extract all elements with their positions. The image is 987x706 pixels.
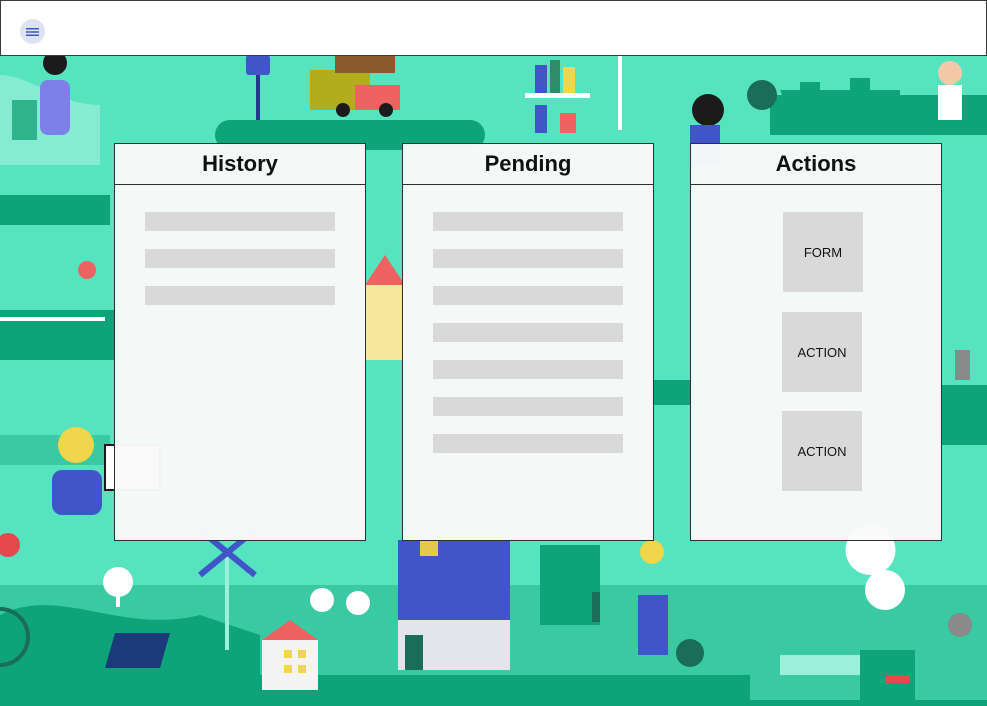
history-list-item[interactable] xyxy=(145,286,335,305)
pending-list-item[interactable] xyxy=(433,323,623,342)
pending-list-item[interactable] xyxy=(433,249,623,268)
actions-panel-title: Actions xyxy=(691,144,941,185)
form-button[interactable]: FORM xyxy=(783,212,863,292)
actions-panel: Actions FORM ACTION ACTION xyxy=(690,143,942,541)
history-list xyxy=(115,185,365,305)
pending-list-item[interactable] xyxy=(433,360,623,379)
history-panel: History xyxy=(114,143,366,541)
pending-panel-title: Pending xyxy=(403,144,653,185)
pending-list xyxy=(403,185,653,453)
top-bar xyxy=(0,0,987,56)
action-button-2[interactable]: ACTION xyxy=(782,411,862,491)
hamburger-menu-icon[interactable] xyxy=(20,19,45,44)
pending-panel: Pending xyxy=(402,143,654,541)
history-panel-title: History xyxy=(115,144,365,185)
history-list-item[interactable] xyxy=(145,212,335,231)
pending-list-item[interactable] xyxy=(433,286,623,305)
pending-list-item[interactable] xyxy=(433,397,623,416)
history-list-item[interactable] xyxy=(145,249,335,268)
pending-list-item[interactable] xyxy=(433,434,623,453)
action-button-1[interactable]: ACTION xyxy=(782,312,862,392)
pending-list-item[interactable] xyxy=(433,212,623,231)
